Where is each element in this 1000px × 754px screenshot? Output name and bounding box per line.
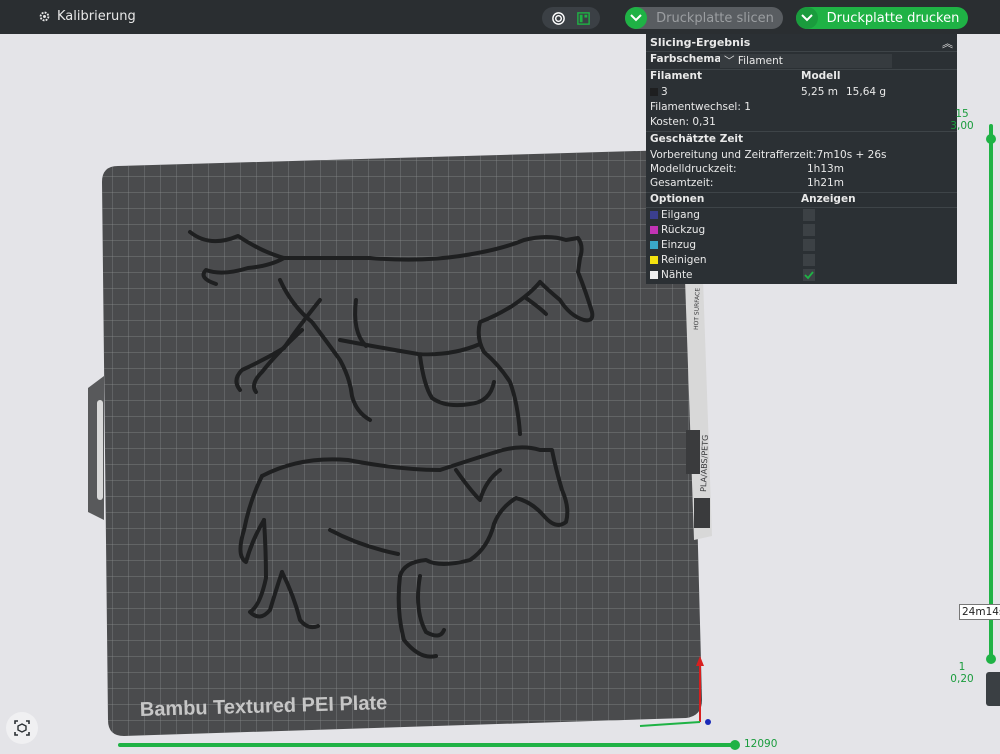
move-slider[interactable] — [118, 743, 734, 747]
chevron-down-icon[interactable] — [625, 7, 647, 29]
panel-title: Slicing-Ergebnis — [650, 36, 751, 49]
option-label: Einzug — [661, 239, 697, 251]
top-layer-readout: 15 3,00 — [942, 108, 982, 132]
deretraction-swatch — [650, 241, 658, 249]
slicing-result-panel: Slicing-Ergebnis ︽ Farbschema ﹀ Filament… — [646, 34, 957, 284]
total-time-label: Gesamtzeit: — [650, 177, 714, 189]
view-reset-button[interactable] — [6, 712, 38, 744]
options-label: Optionen — [650, 193, 705, 205]
show-label: Anzeigen — [801, 193, 856, 205]
travel-swatch — [650, 211, 658, 219]
prep-time-row: Vorbereitung und Zeitrafferzeit:7m10s + … — [650, 148, 953, 162]
filament-header-row: Filament Modell — [650, 69, 953, 83]
view-mode-toggle[interactable] — [542, 7, 600, 29]
option-row-deretraction: Einzug — [650, 238, 953, 252]
travel-checkbox[interactable] — [803, 209, 815, 221]
top-toolbar: Kalibrierung Druckplatte slicen Druckpla… — [0, 0, 1000, 34]
bottom-layer-number: 1 — [958, 661, 966, 673]
chevron-down-icon[interactable] — [796, 7, 818, 29]
seams-swatch — [650, 271, 658, 279]
hot-surface-label: HOT SURFACE — [693, 288, 701, 330]
option-label: Eilgang — [661, 209, 700, 221]
model-time-row: Modelldruckzeit: 1h13m — [650, 162, 953, 176]
model-col-header: Modell — [801, 70, 841, 82]
layers-view-icon[interactable] — [551, 11, 566, 26]
option-row-wipe: Reinigen — [650, 253, 953, 267]
calibration-tab[interactable]: Kalibrierung — [38, 9, 136, 24]
color-scheme-select[interactable]: ﹀ Filament — [720, 54, 892, 68]
slice-plate-button[interactable]: Druckplatte slicen — [625, 7, 783, 29]
collapse-icon[interactable]: ︽ — [942, 35, 953, 51]
top-layer-height: 3,00 — [950, 120, 974, 132]
color-scheme-row: Farbschema ﹀ Filament — [650, 52, 953, 68]
layer-slider-top-handle[interactable] — [986, 134, 996, 144]
bottom-layer-height: 0,20 — [950, 673, 974, 685]
option-label: Rückzug — [661, 224, 706, 236]
calibration-label: Kalibrierung — [57, 9, 136, 24]
seams-checkbox[interactable] — [803, 269, 815, 281]
move-slider-value: 12090 — [744, 738, 778, 750]
color-scheme-value: Filament — [737, 55, 783, 67]
gear-icon — [39, 11, 50, 22]
option-row-seams: Nähte — [650, 268, 953, 282]
deretraction-checkbox[interactable] — [803, 239, 815, 251]
prep-time-value: 7m10s + 26s — [816, 149, 887, 161]
option-label: Nähte — [661, 269, 693, 281]
option-row-retraction: Rückzug — [650, 223, 953, 237]
filament-row: 3 5,25 m 15,64 g — [650, 85, 953, 99]
color-scheme-label: Farbschema — [650, 53, 722, 65]
total-time-row: Gesamtzeit: 1h21m — [650, 176, 953, 190]
bottom-layer-readout: 1 0,20 — [942, 661, 982, 685]
filament-length: 5,25 m — [801, 86, 838, 98]
option-row-travel: Eilgang — [650, 208, 953, 222]
move-slider-handle[interactable] — [730, 740, 740, 750]
retraction-checkbox[interactable] — [803, 224, 815, 236]
wipe-checkbox[interactable] — [803, 254, 815, 266]
model-time-value: 1h13m — [807, 163, 844, 175]
print-plate-button[interactable]: Druckplatte drucken — [796, 7, 968, 29]
top-layer-number: 15 — [955, 108, 969, 120]
wipe-swatch — [650, 256, 658, 264]
prep-time-label: Vorbereitung und Zeitrafferzeit: — [650, 149, 817, 161]
layer-time-tooltip: 24m14s — [959, 604, 1000, 620]
filament-col-header: Filament — [650, 70, 703, 82]
slider-menu-button[interactable] — [986, 672, 1000, 706]
camera-view-icon — [14, 720, 30, 736]
options-header-row: Optionen Anzeigen — [650, 192, 953, 206]
layer-slider[interactable] — [989, 124, 993, 660]
layer-slider-bottom-handle[interactable] — [986, 654, 996, 664]
panel-header[interactable]: Slicing-Ergebnis ︽ — [646, 34, 957, 52]
filament-changes: Filamentwechsel: 1 — [650, 101, 751, 113]
filament-weight: 15,64 g — [846, 86, 887, 98]
time-header: Geschätzte Zeit — [650, 133, 744, 145]
plate-view-icon[interactable] — [576, 11, 591, 26]
check-icon — [804, 271, 814, 280]
option-label: Reinigen — [661, 254, 707, 266]
retraction-swatch — [650, 226, 658, 234]
model-time-label: Modelldruckzeit: — [650, 163, 737, 175]
filament-id: 3 — [661, 86, 668, 98]
filament-swatch — [650, 88, 658, 96]
print-plate-label: Druckplatte drucken — [826, 10, 960, 26]
total-time-value: 1h21m — [807, 177, 844, 189]
cost: Kosten: 0,31 — [650, 116, 716, 128]
slice-plate-label: Druckplatte slicen — [656, 10, 774, 26]
